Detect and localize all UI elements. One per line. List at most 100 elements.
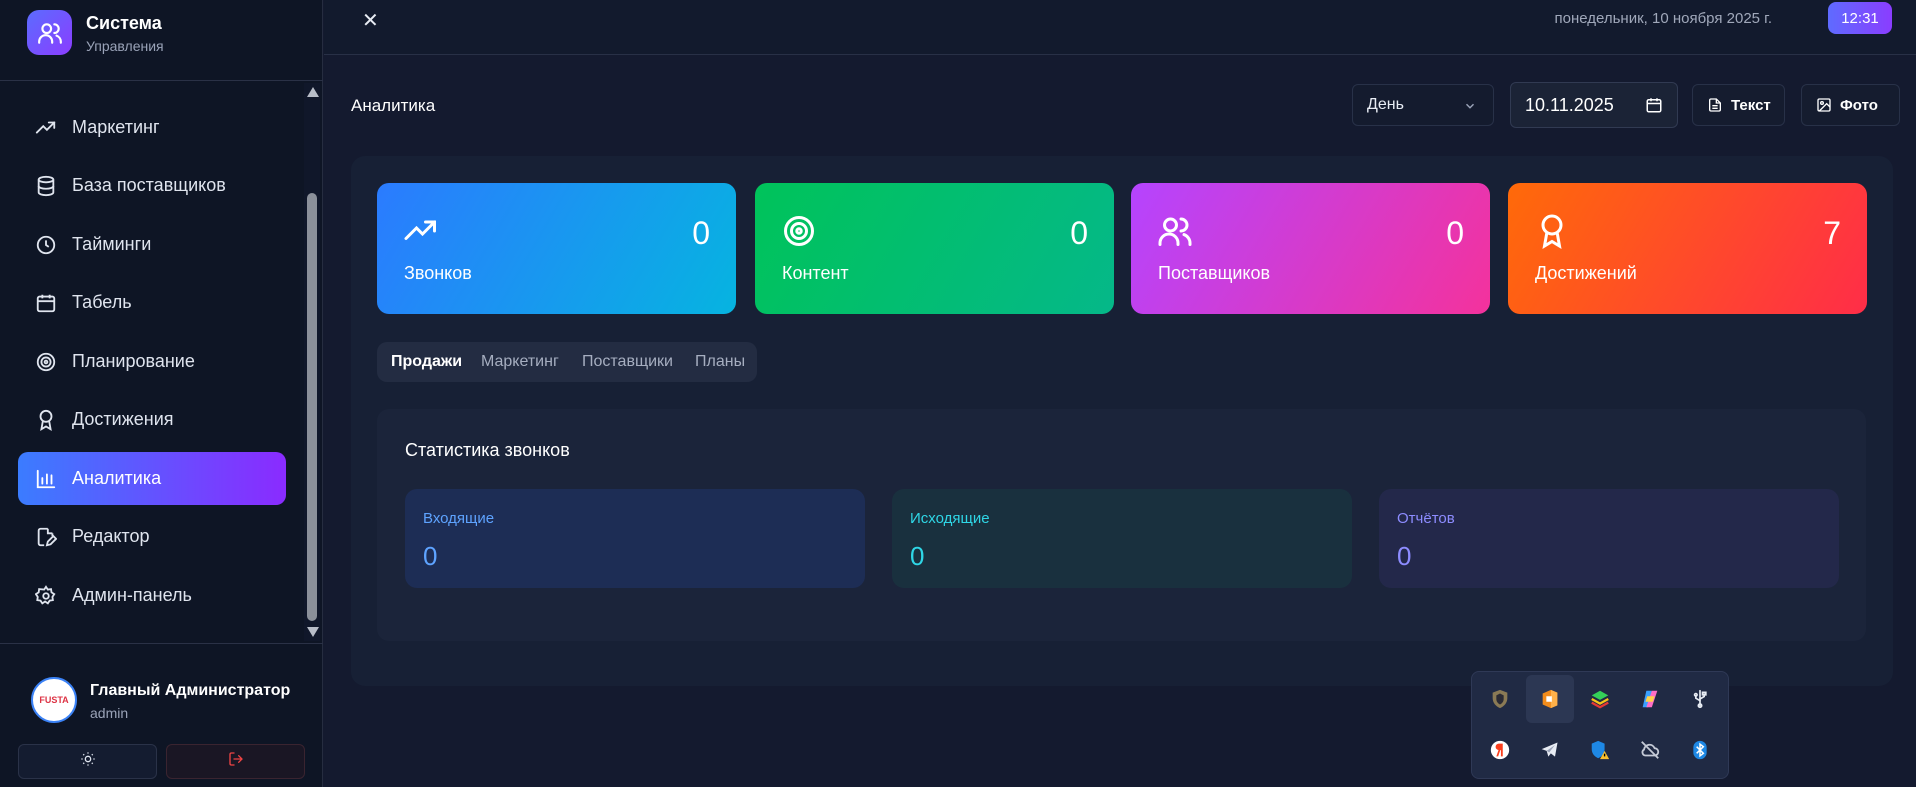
sidebar-item-timings[interactable]: Тайминги <box>18 218 286 271</box>
sidebar-item-analytics[interactable]: Аналитика <box>18 452 286 505</box>
sidebar-item-label: Табель <box>72 292 132 312</box>
theme-toggle-button[interactable] <box>18 744 157 779</box>
analytics-tabs: Продажи Маркетинг Поставщики Планы <box>377 342 757 382</box>
stat-value: 0 <box>1446 215 1464 251</box>
sidebar-item-label: Админ-панель <box>72 585 192 605</box>
target-icon <box>781 213 817 254</box>
scroll-up-arrow-icon[interactable] <box>307 87 319 97</box>
document-icon <box>1707 97 1723 113</box>
target-icon <box>34 350 58 374</box>
sidebar-item-label: Аналитика <box>72 468 162 488</box>
sidebar-item-label: Маркетинг <box>72 117 160 137</box>
period-select-value: День <box>1367 96 1404 113</box>
chevron-down-icon <box>1463 99 1477 118</box>
sun-icon <box>80 751 96 772</box>
telegram-icon[interactable] <box>1526 726 1574 774</box>
reports-label: Отчётов <box>1397 510 1455 527</box>
stat-label: Контент <box>782 263 849 283</box>
outgoing-calls-card: Исходящие 0 <box>892 489 1352 588</box>
trending-up-icon <box>403 213 439 254</box>
sidebar-item-admin[interactable]: Админ-панель <box>18 569 286 622</box>
export-text-button[interactable]: Текст <box>1692 84 1785 126</box>
incoming-label: Входящие <box>423 510 495 527</box>
stat-value: 0 <box>692 215 710 251</box>
calls-statistics-title: Статистика звонков <box>405 440 570 460</box>
award-icon <box>1534 213 1570 254</box>
users-logo-icon <box>27 10 72 55</box>
database-icon <box>34 174 58 198</box>
tab-sales[interactable]: Продажи <box>391 353 462 371</box>
file-edit-icon <box>34 525 58 549</box>
gear-icon <box>34 584 58 608</box>
period-select[interactable]: День <box>1352 84 1494 126</box>
user-name: Главный Администратор <box>90 682 291 699</box>
image-icon <box>1816 97 1832 113</box>
sidebar-item-planning[interactable]: Планирование <box>18 335 286 388</box>
stat-label: Звонков <box>404 263 472 283</box>
export-photo-button[interactable]: Фото <box>1801 84 1900 126</box>
outgoing-label: Исходящие <box>910 510 990 527</box>
stat-value: 0 <box>1070 215 1088 251</box>
sidebar-item-timesheet[interactable]: Табель <box>18 276 286 329</box>
stat-card-content: 0 Контент <box>755 183 1114 314</box>
brand-subtitle: Управления <box>86 38 164 54</box>
sidebar-item-achievements[interactable]: Достижения <box>18 393 286 446</box>
date-input[interactable]: 10.11.2025 <box>1510 82 1678 128</box>
sidebar-item-suppliers[interactable]: База поставщиков <box>18 159 286 212</box>
page-title: Аналитика <box>351 96 436 115</box>
brand-title: Система <box>86 13 162 33</box>
defender-warning-icon[interactable] <box>1576 726 1624 774</box>
incoming-value: 0 <box>423 541 438 571</box>
current-date: понедельник, 10 ноября 2025 г. <box>1554 10 1773 27</box>
stat-card-suppliers: 0 Поставщиков <box>1131 183 1490 314</box>
brand: Система Управления <box>0 0 323 81</box>
logout-button[interactable] <box>166 744 305 779</box>
date-input-value: 10.11.2025 <box>1525 94 1614 115</box>
stat-label: Поставщиков <box>1158 263 1271 283</box>
sidebar-item-marketing[interactable]: Маркетинг <box>18 101 286 154</box>
bluetooth-icon[interactable] <box>1676 726 1724 774</box>
cloud-off-icon[interactable] <box>1626 726 1674 774</box>
scroll-down-arrow-icon[interactable] <box>307 627 319 637</box>
sidebar-item-label: Редактор <box>72 526 150 546</box>
sidebar-item-label: Планирование <box>72 351 195 371</box>
system-tray-popup <box>1471 671 1729 779</box>
copilot-icon[interactable] <box>1626 675 1674 723</box>
calendar-icon <box>34 291 58 315</box>
reports-card: Отчётов 0 <box>1379 489 1839 588</box>
reports-value: 0 <box>1397 541 1412 571</box>
tab-marketing[interactable]: Маркетинг <box>481 353 559 371</box>
sidebar: Система Управления Маркетинг База постав… <box>0 0 323 787</box>
sidebar-item-label: База поставщиков <box>72 175 226 195</box>
bluestacks-icon[interactable] <box>1576 675 1624 723</box>
clock-badge: 12:31 <box>1828 2 1892 34</box>
office-app-icon[interactable] <box>1526 675 1574 723</box>
clock-icon <box>34 233 58 257</box>
stat-card-calls: 0 Звонков <box>377 183 736 314</box>
tab-plans[interactable]: Планы <box>695 353 745 371</box>
sidebar-item-label: Достижения <box>72 409 174 429</box>
sidebar-item-editor[interactable]: Редактор <box>18 510 286 563</box>
scroll-thumb[interactable] <box>307 193 317 621</box>
sidebar-scrollbar[interactable] <box>304 83 320 641</box>
topbar: ✕ понедельник, 10 ноября 2025 г. 12:31 <box>324 0 1916 55</box>
calendar-icon[interactable] <box>1645 96 1663 119</box>
yandex-browser-icon[interactable] <box>1476 726 1524 774</box>
award-icon <box>34 408 58 432</box>
logout-icon <box>228 751 244 772</box>
incoming-calls-card: Входящие 0 <box>405 489 865 588</box>
users-icon <box>1157 213 1193 254</box>
sidebar-item-label: Тайминги <box>72 234 152 254</box>
bar-chart-icon <box>34 467 58 491</box>
stat-label: Достижений <box>1535 263 1637 283</box>
avatar[interactable]: FUSTA <box>31 677 77 723</box>
close-icon[interactable]: ✕ <box>362 8 379 33</box>
trending-up-icon <box>34 116 58 140</box>
usb-icon[interactable] <box>1676 675 1724 723</box>
stat-card-achievements: 7 Достижений <box>1508 183 1867 314</box>
tab-suppliers[interactable]: Поставщики <box>582 353 673 371</box>
user-role: admin <box>90 705 129 721</box>
shield-app-icon[interactable] <box>1476 675 1524 723</box>
user-panel: FUSTA Главный Администратор admin <box>0 643 323 787</box>
stat-value: 7 <box>1823 215 1841 251</box>
